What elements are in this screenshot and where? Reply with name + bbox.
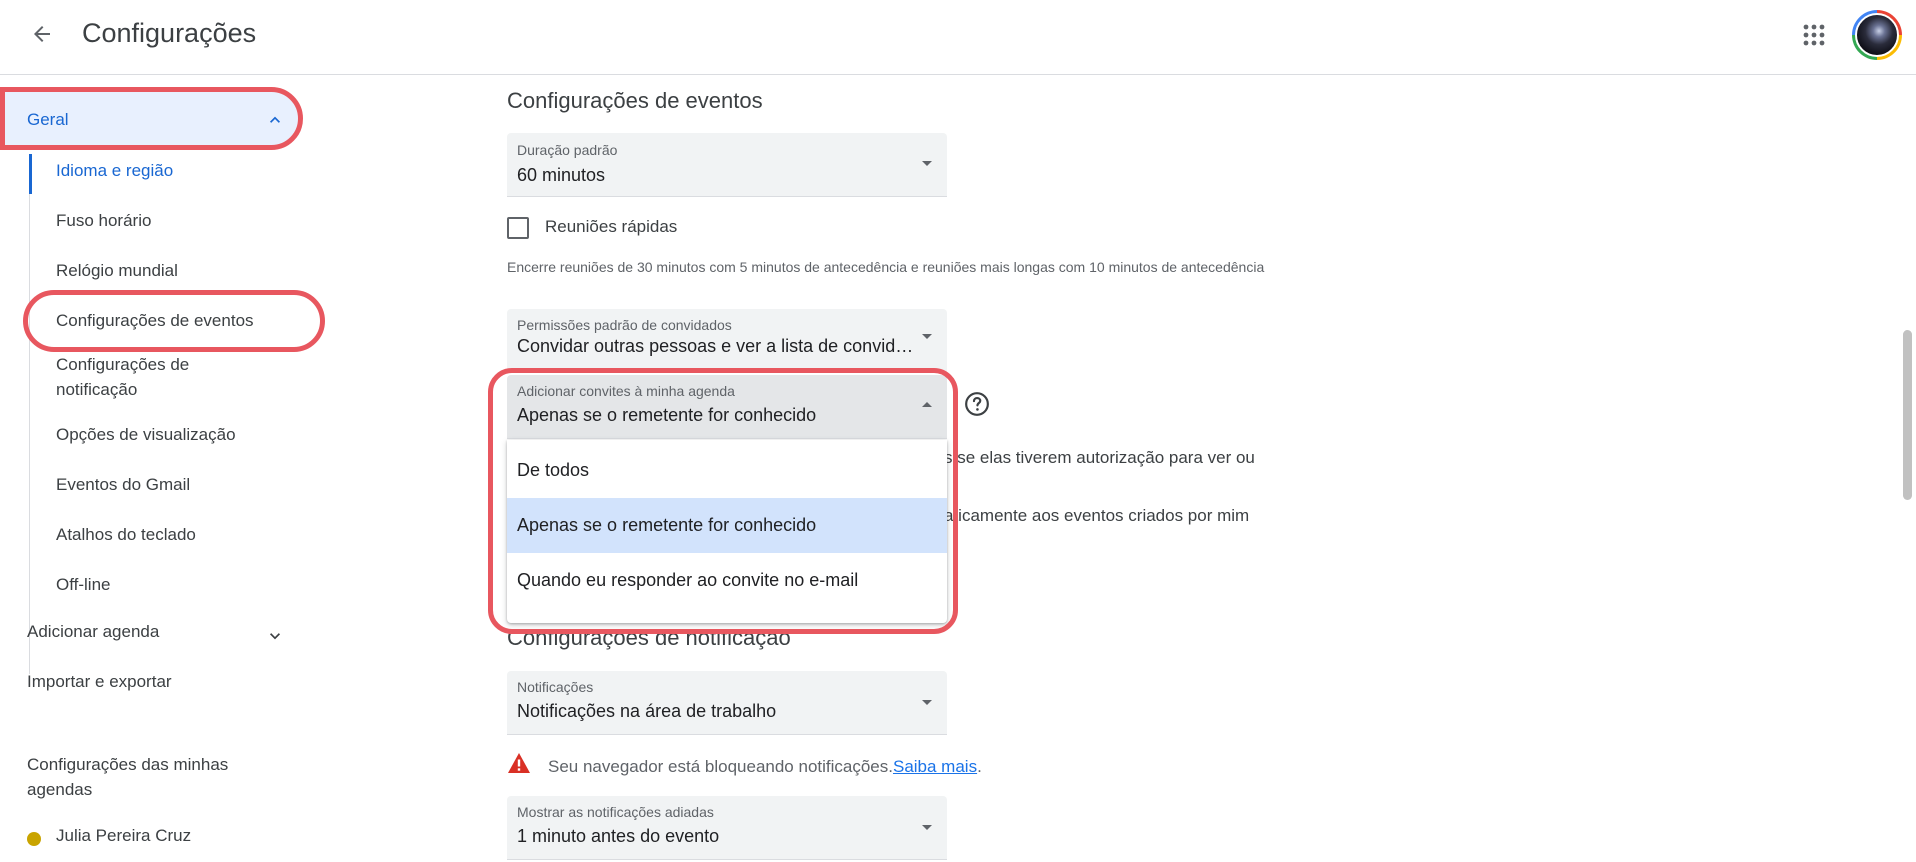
select-label: Mostrar as notificações adiadas [517,804,714,820]
select-label: Notificações [517,679,594,695]
sidebar-item-general[interactable]: Geral [0,92,300,148]
dropdown-arrow-icon [922,161,932,166]
sidebar-item-label: Geral [27,110,69,129]
select-value: Apenas se o remetente for conhecido [517,405,817,425]
warning-icon [508,753,530,773]
apps-grid-icon [1803,24,1825,46]
select-value: 1 minuto antes do evento [517,826,720,846]
speedy-meetings-helper: Encerre reuniões de 30 minutos com 5 min… [507,259,1265,275]
sidebar-item-import-export[interactable]: Importar e exportar [27,672,297,692]
arrow-left-icon [34,26,50,42]
sidebar-item-time-zone[interactable]: Fuso horário [56,208,296,233]
option-when-responding[interactable]: Quando eu responder ao convite no e-mail [507,553,947,608]
auto-add-meet-text: aticamente aos eventos criados por mim [944,506,1250,525]
scrollbar-thumb[interactable] [1903,330,1912,500]
page-title: Configurações [82,18,257,48]
calendar-color-dot [27,832,41,846]
sidebar-item-notification-settings[interactable]: Configurações de notificação [56,352,226,402]
notification-settings-title: Configurações de notificação [507,625,791,650]
top-app-bar: Configurações [0,0,1916,75]
default-duration-select[interactable]: Duração padrão 60 minutos [507,133,947,197]
sidebar-item-language-region[interactable]: Idioma e região [56,158,296,183]
notifications-select[interactable]: Notificações Notificações na área de tra… [507,671,947,735]
account-avatar[interactable] [1852,10,1902,60]
select-value: Notificações na área de trabalho [517,701,777,721]
select-label: Permissões padrão de convidados [517,317,732,333]
select-value: Convidar outras pessoas e ver a lista de… [517,336,917,356]
option-from-everyone[interactable]: De todos [507,443,947,498]
dropdown-arrow-icon [922,825,932,830]
select-label: Duração padrão [517,142,618,158]
chevron-down-icon [270,633,280,640]
learn-more-link[interactable]: Saiba mais [893,757,977,776]
sidebar-item-event-settings[interactable]: Configurações de eventos [56,308,296,333]
sidebar-item-world-clock[interactable]: Relógio mundial [56,258,296,283]
snoozed-notifications-select[interactable]: Mostrar as notificações adiadas 1 minuto… [507,796,947,860]
warning-text: Seu navegador está bloqueando notificaçõ… [548,757,893,776]
chevron-up-icon [270,116,280,123]
guest-visibility-text: s se elas tiverem autorização para ver o… [944,448,1255,467]
back-button[interactable] [22,17,62,51]
google-apps-button[interactable] [1796,17,1832,53]
subnav-divider [29,154,30,674]
select-value: 60 minutos [517,165,606,185]
dropdown-arrow-icon [922,334,932,339]
option-known-sender[interactable]: Apenas se o remetente for conhecido [507,498,947,553]
speedy-meetings-checkbox[interactable] [507,217,529,239]
avatar-image [1855,13,1899,57]
sidebar-item-offline[interactable]: Off-line [56,572,296,597]
sidebar-item-view-options[interactable]: Opções de visualização [56,422,296,447]
add-invitations-select[interactable]: Adicionar convites à minha agenda Apenas… [507,375,947,439]
sidebar-item-add-calendar[interactable]: Adicionar agenda [27,622,297,642]
dropdown-arrow-icon [922,402,932,407]
sidebar-item-keyboard-shortcuts[interactable]: Atalhos do teclado [56,522,296,547]
warning-suffix: . [977,757,982,776]
select-label: Adicionar convites à minha agenda [517,383,735,399]
dropdown-arrow-icon [922,700,932,705]
speedy-meetings-label[interactable]: Reuniões rápidas [545,217,677,237]
active-indicator [29,154,32,194]
help-icon[interactable] [964,391,990,417]
settings-sidebar: Geral Idioma e região Fuso horário Relóg… [0,76,330,862]
sidebar-item-calendar[interactable]: Julia Pereira Cruz [56,826,191,846]
my-calendars-heading: Configurações das minhas agendas [27,755,229,799]
guest-permissions-select[interactable]: Permissões padrão de convidados Convidar… [507,309,947,373]
sidebar-item-label: Adicionar agenda [27,622,160,641]
notifications-blocked-warning: Seu navegador está bloqueando notificaçõ… [548,757,982,777]
add-invitations-menu: De todos Apenas se o remetente for conhe… [507,440,947,623]
event-settings-title: Configurações de eventos [507,88,763,113]
sidebar-item-gmail-events[interactable]: Eventos do Gmail [56,472,296,497]
